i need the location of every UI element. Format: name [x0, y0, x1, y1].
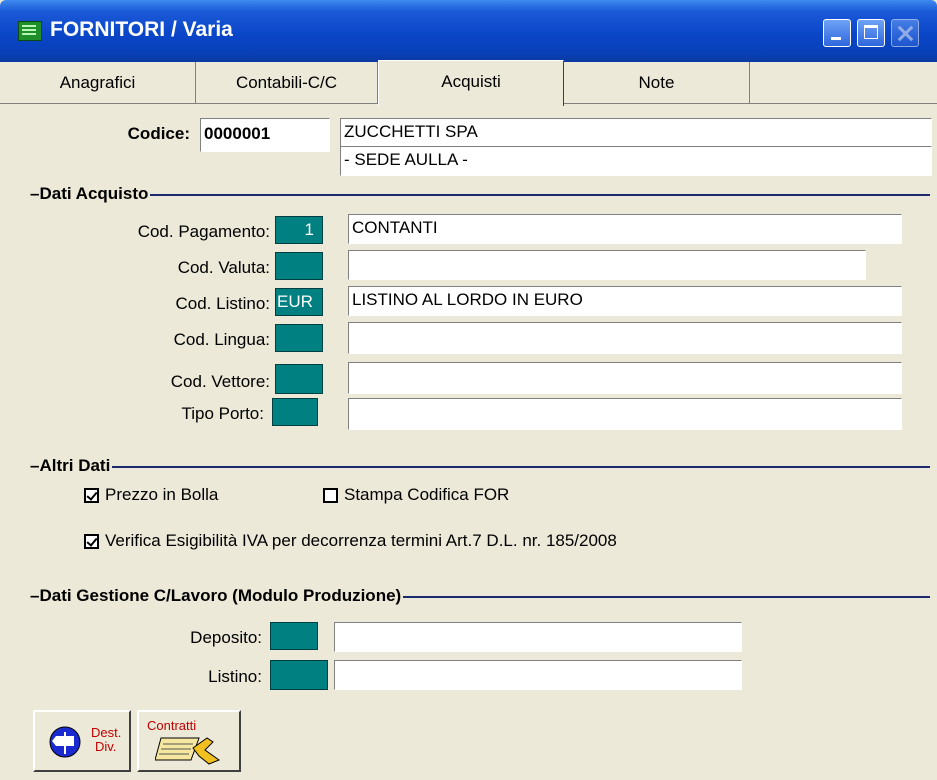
destination-icon: [49, 726, 81, 758]
porto-label: Tipo Porto:: [181, 404, 264, 423]
stampa-codifica-label: Stampa Codifica FOR: [344, 485, 510, 504]
dest-div-label-line2: Div.: [95, 739, 117, 754]
minimize-button[interactable]: [823, 19, 851, 47]
pagamento-desc-field[interactable]: CONTANTI: [348, 214, 902, 244]
vettore-label: Cod. Vettore:: [170, 372, 270, 391]
contract-icon: [155, 737, 221, 765]
stampa-codifica-checkbox[interactable]: [323, 488, 338, 503]
deposito-code-field[interactable]: [270, 622, 318, 650]
lavoro-listino-code-field[interactable]: [270, 660, 328, 690]
window-title: FORNITORI / Varia: [50, 18, 233, 41]
dest-div-label-line1: Dest.: [91, 725, 122, 740]
tab-bar: Anagrafici Contabili-C/C Acquisti Note: [0, 60, 937, 106]
supplier-window: FORNITORI / Varia Anagrafici Contabili-C…: [0, 0, 937, 780]
codice-field[interactable]: 0000001: [200, 118, 330, 152]
listino-label: Cod. Listino:: [175, 294, 271, 313]
verifica-iva-label: Verifica Esigibilità IVA per decorrenza …: [105, 531, 617, 550]
section-rule: [30, 466, 930, 468]
lavoro-listino-desc-field[interactable]: [334, 660, 742, 690]
lingua-desc-field[interactable]: [348, 322, 902, 354]
maximize-button[interactable]: [857, 19, 885, 47]
tab-note[interactable]: Note: [564, 62, 750, 104]
table-icon: [18, 21, 42, 41]
valuta-desc-field[interactable]: [348, 250, 866, 280]
porto-desc-field[interactable]: [348, 398, 902, 430]
vettore-code-field[interactable]: [275, 364, 323, 394]
tab-acquisti[interactable]: Acquisti: [378, 60, 564, 106]
dati-acquisto-heading: –Dati Acquisto: [30, 184, 151, 204]
ragione-sociale-field[interactable]: ZUCCHETTI SPA: [340, 118, 932, 148]
close-button[interactable]: [891, 19, 919, 47]
gestione-lavoro-heading: –Dati Gestione C/Lavoro (Modulo Produzio…: [30, 586, 404, 606]
pagamento-code-field[interactable]: 1: [275, 216, 323, 244]
contratti-button[interactable]: Contratti: [137, 710, 241, 772]
sede-field[interactable]: - SEDE AULLA -: [340, 146, 932, 176]
porto-code-field[interactable]: [272, 398, 318, 426]
deposito-desc-field[interactable]: [334, 622, 742, 652]
tab-contabili[interactable]: Contabili-C/C: [196, 62, 378, 104]
codice-label: Codice:: [127, 124, 190, 143]
tab-anagrafici[interactable]: Anagrafici: [0, 62, 196, 104]
valuta-label: Cod. Valuta:: [177, 258, 270, 277]
valuta-code-field[interactable]: [275, 252, 323, 280]
contratti-label: Contratti: [147, 718, 197, 733]
listino-desc-field[interactable]: LISTINO AL LORDO IN EURO: [348, 286, 902, 316]
lingua-label: Cod. Lingua:: [173, 330, 270, 349]
tab-bar-filler: [750, 62, 937, 104]
lingua-code-field[interactable]: [275, 324, 323, 352]
verifica-iva-checkbox[interactable]: [84, 534, 99, 549]
vettore-desc-field[interactable]: [348, 362, 902, 394]
dest-div-button[interactable]: Dest. Div.: [33, 710, 131, 772]
listino-code-field[interactable]: EUR: [275, 288, 323, 316]
lavoro-listino-label: Listino:: [208, 667, 262, 686]
section-rule: [30, 194, 930, 196]
deposito-label: Deposito:: [190, 628, 262, 647]
altri-dati-heading: –Altri Dati: [30, 456, 113, 476]
prezzo-in-bolla-checkbox[interactable]: [84, 488, 99, 503]
pagamento-label: Cod. Pagamento:: [137, 222, 270, 241]
title-bar[interactable]: FORNITORI / Varia: [0, 0, 937, 62]
prezzo-in-bolla-label: Prezzo in Bolla: [105, 485, 219, 504]
